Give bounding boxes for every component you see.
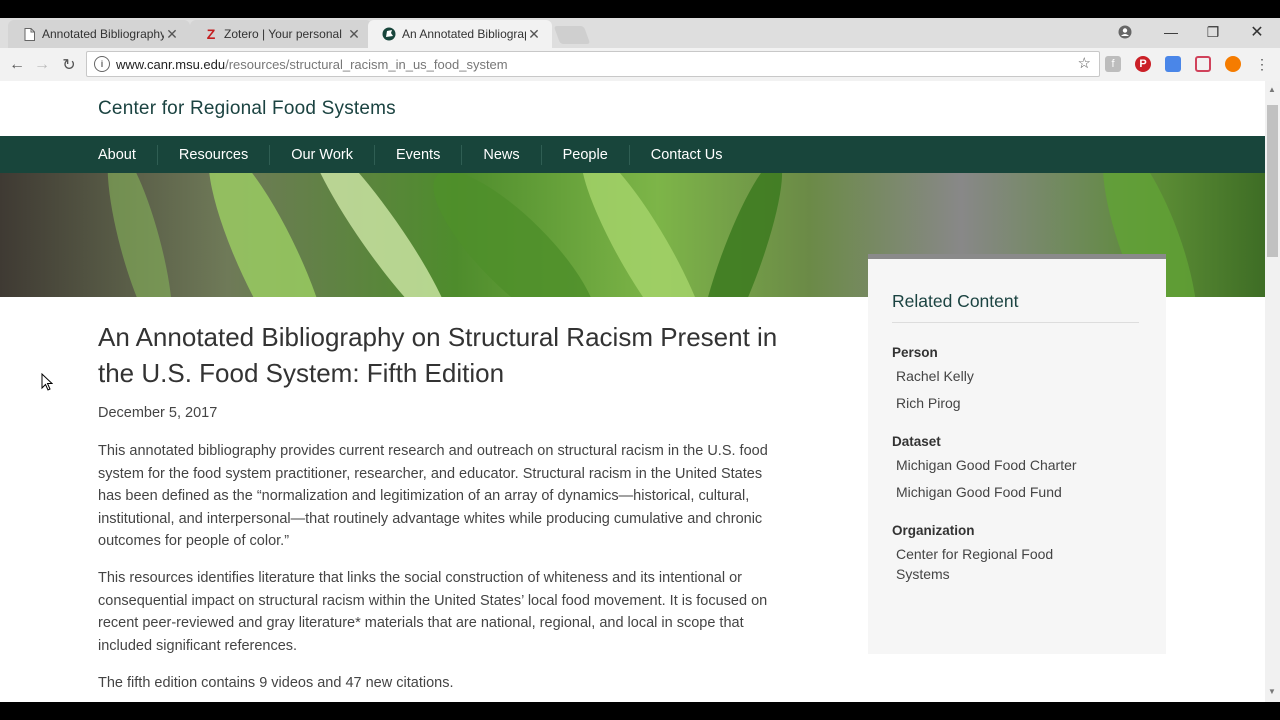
- scroll-up-icon[interactable]: ▲: [1268, 85, 1276, 94]
- related-person-link[interactable]: Rachel Kelly: [896, 366, 1116, 386]
- browser-chrome: Annotated Bibliography ✕ Z Zotero | Your…: [0, 18, 1280, 82]
- nav-item-our-work[interactable]: Our Work: [270, 144, 375, 165]
- scrollbar-thumb[interactable]: [1267, 105, 1278, 257]
- reload-icon[interactable]: ↻: [58, 54, 80, 76]
- tab-annotated-bibliography-active[interactable]: An Annotated Bibliograp ✕: [368, 20, 552, 48]
- tab-strip: Annotated Bibliography ✕ Z Zotero | Your…: [0, 18, 1280, 48]
- related-organization-link[interactable]: Center for Regional Food Systems: [896, 544, 1096, 584]
- nav-item-resources[interactable]: Resources: [158, 144, 271, 165]
- dataset-label: Dataset: [892, 434, 941, 449]
- article-paragraph: This annotated bibliography provides cur…: [98, 443, 768, 550]
- pocket-icon[interactable]: [1195, 56, 1211, 72]
- nav-item-people[interactable]: People: [542, 144, 630, 165]
- tab-title: Zotero | Your personal re: [224, 27, 346, 41]
- related-dataset-link[interactable]: Michigan Good Food Fund: [896, 482, 1116, 502]
- nav-item-events[interactable]: Events: [375, 144, 463, 165]
- menu-icon[interactable]: ⋮: [1254, 56, 1270, 72]
- url-path: /resources/structural_racism_in_us_food_…: [225, 56, 508, 72]
- new-tab-button[interactable]: [553, 26, 591, 44]
- extension-fire-icon[interactable]: [1225, 56, 1241, 72]
- main-nav: About Resources Our Work Events News Peo…: [0, 136, 1265, 173]
- tab-title: An Annotated Bibliograp: [402, 27, 526, 41]
- related-dataset-link[interactable]: Michigan Good Food Charter: [896, 455, 1116, 475]
- msu-spartan-icon: [382, 27, 396, 41]
- forward-icon[interactable]: →: [31, 54, 53, 76]
- web-page: Center for Regional Food Systems About R…: [0, 81, 1265, 702]
- page-scrollbar[interactable]: ▲ ▼: [1265, 81, 1280, 702]
- related-content-panel: Related Content Person Rachel Kelly Rich…: [868, 254, 1166, 654]
- bookmark-star-icon[interactable]: ☆: [1078, 54, 1091, 72]
- site-title[interactable]: Center for Regional Food Systems: [98, 98, 396, 120]
- close-window-icon[interactable]: ✕: [1236, 18, 1278, 46]
- address-bar[interactable]: i www.canr.msu.edu/resources/structural_…: [86, 51, 1100, 77]
- article-date: December 5, 2017: [98, 405, 218, 421]
- article-title: An Annotated Bibliography on Structural …: [98, 322, 778, 388]
- toolbar: ← → ↻ i www.canr.msu.edu/resources/struc…: [0, 48, 1280, 82]
- scroll-down-icon[interactable]: ▼: [1268, 687, 1276, 696]
- related-person-link[interactable]: Rich Pirog: [896, 393, 1116, 413]
- tab-annotated-bibliography[interactable]: Annotated Bibliography ✕: [8, 20, 190, 48]
- nav-item-about[interactable]: About: [0, 144, 158, 165]
- restore-icon[interactable]: ❐: [1192, 18, 1234, 46]
- profile-icon[interactable]: [1104, 18, 1146, 46]
- document-icon: [22, 27, 36, 41]
- person-label: Person: [892, 345, 938, 360]
- back-icon[interactable]: ←: [6, 54, 28, 76]
- extension-feedly-icon[interactable]: f: [1105, 56, 1121, 72]
- minimize-icon[interactable]: —: [1150, 18, 1192, 46]
- zotero-icon: Z: [206, 26, 216, 42]
- extension-document-icon[interactable]: [1165, 56, 1181, 72]
- tab-close-icon[interactable]: ✕: [346, 26, 362, 43]
- url-host: www.canr.msu.edu: [116, 56, 226, 72]
- tab-zotero[interactable]: Z Zotero | Your personal re ✕: [190, 20, 372, 48]
- info-icon[interactable]: i: [94, 56, 110, 72]
- tab-close-icon[interactable]: ✕: [164, 26, 180, 43]
- organization-label: Organization: [892, 523, 975, 538]
- nav-item-contact-us[interactable]: Contact Us: [630, 145, 744, 165]
- tab-close-icon[interactable]: ✕: [526, 26, 542, 43]
- related-content-title: Related Content: [892, 291, 1019, 311]
- article-paragraph: The fifth edition contains 9 videos and …: [98, 675, 454, 691]
- divider: [892, 322, 1139, 323]
- tab-title: Annotated Bibliography: [42, 27, 164, 41]
- article-paragraph: This resources identifies literature tha…: [98, 570, 768, 654]
- nav-item-news[interactable]: News: [462, 144, 542, 165]
- pinterest-icon[interactable]: P: [1135, 56, 1151, 72]
